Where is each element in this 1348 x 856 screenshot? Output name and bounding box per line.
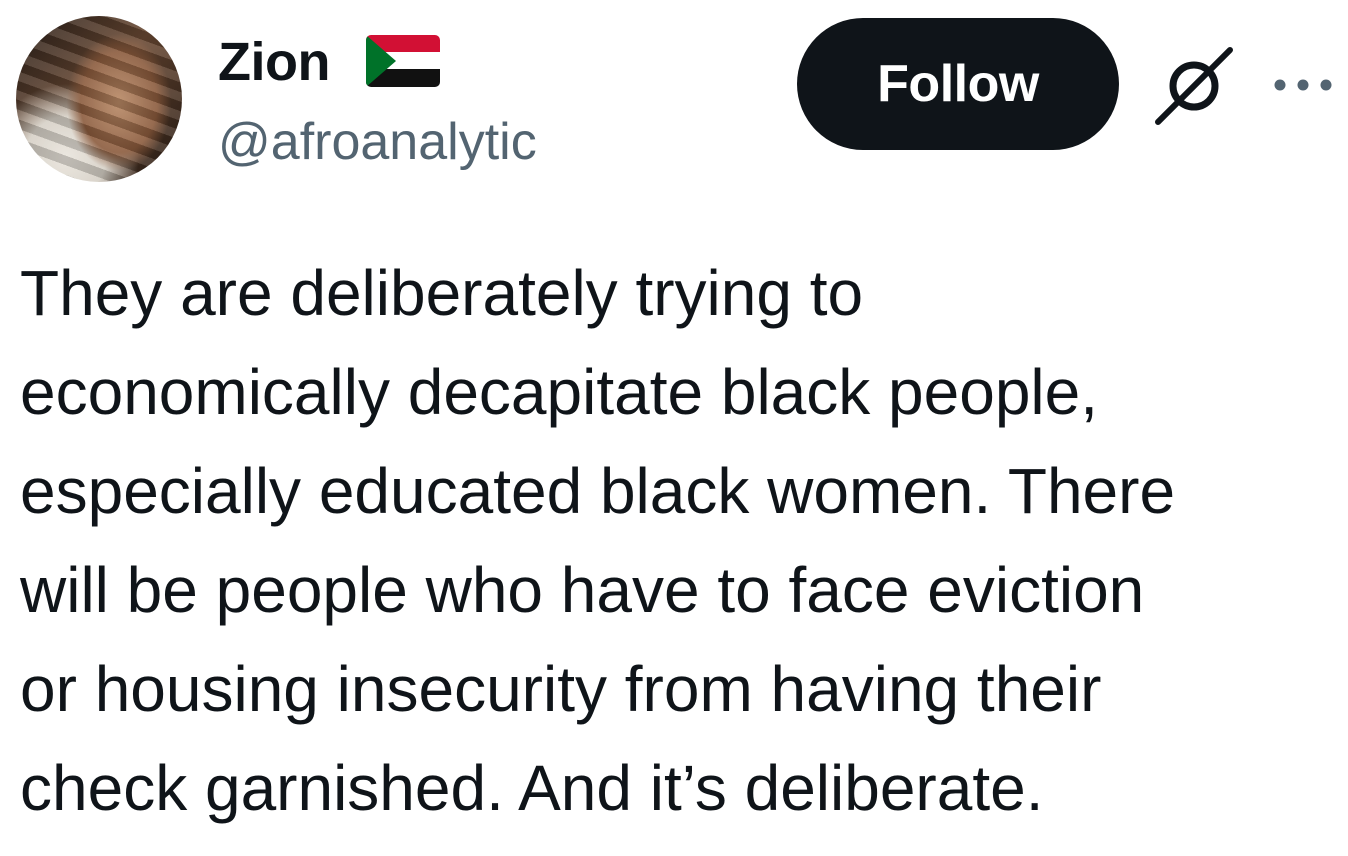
grok-icon[interactable] [1152, 44, 1236, 128]
flag-sudan-icon [366, 35, 440, 87]
more-options-icon[interactable] [1270, 70, 1336, 100]
follow-button[interactable]: Follow [797, 18, 1119, 150]
display-name[interactable]: Zion [218, 30, 330, 94]
user-handle[interactable]: @afroanalytic [218, 110, 537, 174]
tweet-text: They are deliberately trying to economic… [20, 257, 1176, 824]
avatar[interactable] [16, 16, 182, 182]
